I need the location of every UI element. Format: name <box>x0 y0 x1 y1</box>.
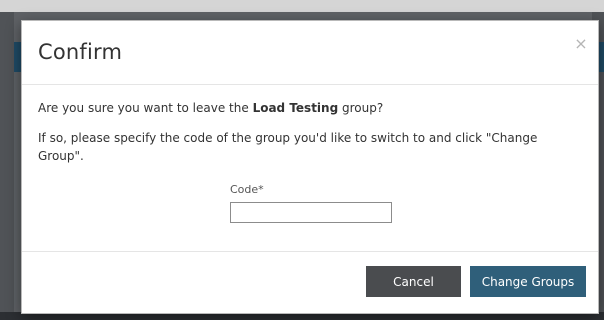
instruction-text: If so, please specify the code of the gr… <box>38 131 538 163</box>
page-top-band <box>0 0 604 12</box>
message-prefix: Are you sure you want to leave the <box>38 101 253 115</box>
confirm-dialog: Confirm × Are you sure you want to leave… <box>21 20 599 314</box>
dialog-title: Confirm <box>38 40 123 64</box>
dialog-header: Confirm × <box>22 21 598 85</box>
message-suffix: group? <box>338 101 384 115</box>
close-icon[interactable]: × <box>574 36 588 52</box>
dialog-body: Are you sure you want to leave the Load … <box>22 85 598 252</box>
cancel-button[interactable]: Cancel <box>366 266 461 297</box>
dialog-footer: Cancel Change Groups <box>22 252 598 313</box>
code-label: Code* <box>230 183 264 196</box>
change-groups-button[interactable]: Change Groups <box>470 266 586 297</box>
group-name: Load Testing <box>252 101 339 115</box>
code-input[interactable] <box>230 202 392 223</box>
leave-group-message: Are you sure you want to leave the Load … <box>38 101 578 115</box>
